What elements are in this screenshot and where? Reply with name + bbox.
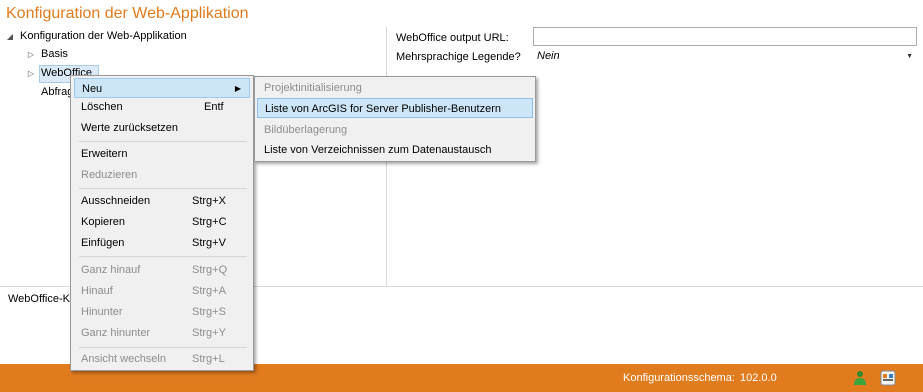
menu-item-ganz-hinunter: Ganz hinunter Strg+Y	[74, 323, 250, 343]
tree-root[interactable]: ◢ Konfiguration der Web-Applikation	[4, 27, 187, 45]
menu-item-shortcut: Strg+C	[192, 216, 227, 228]
output-url-input[interactable]	[533, 27, 917, 46]
tree-root-label: Konfiguration der Web-Applikation	[20, 30, 187, 42]
menu-item-label: Hinauf	[81, 285, 113, 297]
menu-item-loeschen[interactable]: Löschen Entf	[74, 97, 250, 117]
menu-item-shortcut: Entf	[204, 101, 224, 113]
user-icon[interactable]	[853, 370, 867, 386]
menu-item-shortcut: Strg+V	[192, 237, 226, 249]
menu-item-kopieren[interactable]: Kopieren Strg+C	[74, 212, 250, 232]
menu-item-label: Hinunter	[81, 306, 123, 318]
submenu-item-label: Projektinitialisierung	[264, 82, 362, 94]
menu-item-label: Reduzieren	[81, 169, 138, 181]
submenu-item-verzeichnisse[interactable]: Liste von Verzeichnissen zum Datenaustau…	[257, 140, 533, 160]
menu-item-reduzieren: Reduzieren	[74, 165, 250, 185]
legend-label: Mehrsprachige Legende?	[396, 51, 521, 63]
legend-select[interactable]: Nein ▼	[533, 47, 917, 66]
tree-item-label: Basis	[41, 48, 68, 60]
submenu-arrow-icon: ▶	[234, 84, 241, 93]
menu-item-shortcut: Strg+Y	[192, 327, 226, 339]
submenu-item-publisher-benutzer[interactable]: Liste von ArcGIS for Server Publisher-Be…	[257, 98, 533, 118]
menu-separator	[79, 188, 247, 189]
menu-item-erweitern[interactable]: Erweitern	[74, 144, 250, 164]
menu-separator	[79, 347, 247, 348]
submenu-item-label: Bildüberlagerung	[264, 124, 348, 136]
menu-item-label: Löschen	[81, 101, 123, 113]
menu-item-ansicht-wechseln: Ansicht wechseln Strg+L	[74, 349, 250, 369]
menu-item-label: Erweitern	[81, 148, 128, 160]
schema-version: 102.0.0	[740, 372, 777, 384]
tree-item-basis[interactable]: ▷ Basis	[25, 45, 68, 63]
window-title: Konfiguration der Web-Applikation	[6, 5, 249, 22]
expanded-triangle-icon[interactable]: ◢	[4, 28, 16, 46]
submenu-item-bildueberlagerung: Bildüberlagerung	[257, 120, 533, 140]
submenu-neu: Projektinitialisierung Liste von ArcGIS …	[254, 76, 536, 162]
menu-item-shortcut: Strg+A	[192, 285, 226, 297]
menu-item-einfuegen[interactable]: Einfügen Strg+V	[74, 233, 250, 253]
tree-item-label: Abfrag	[41, 86, 74, 98]
menu-item-label: Einfügen	[81, 237, 125, 249]
menu-item-hinauf: Hinauf Strg+A	[74, 281, 250, 301]
legend-select-value: Nein	[537, 50, 560, 62]
menu-item-label: Ausschneiden	[81, 195, 151, 207]
menu-item-ganz-hinauf: Ganz hinauf Strg+Q	[74, 260, 250, 280]
context-menu: Neu ▶ Löschen Entf Werte zurücksetzen Er…	[70, 75, 254, 371]
menu-item-label: Ganz hinunter	[81, 327, 151, 339]
menu-item-label: Ganz hinauf	[81, 264, 141, 276]
submenu-item-label: Liste von ArcGIS for Server Publisher-Be…	[265, 103, 501, 115]
collapsed-triangle-icon[interactable]: ▷	[25, 46, 37, 64]
schema-label: Konfigurationsschema:	[623, 372, 735, 384]
menu-item-label: Werte zurücksetzen	[81, 122, 179, 134]
submenu-item-label: Liste von Verzeichnissen zum Datenaustau…	[264, 144, 492, 156]
menu-item-shortcut: Strg+S	[192, 306, 226, 318]
description-text: WebOffice-Ko	[8, 293, 77, 305]
output-url-label: WebOffice output URL:	[396, 32, 509, 44]
menu-item-shortcut: Strg+X	[192, 195, 226, 207]
tree-item-abfrage[interactable]: Abfrag	[41, 83, 73, 101]
menu-item-zuruecksetzen[interactable]: Werte zurücksetzen	[74, 118, 250, 138]
menu-separator	[79, 141, 247, 142]
menu-item-label: Neu	[82, 83, 103, 95]
menu-item-shortcut: Strg+L	[192, 353, 225, 365]
dropdown-arrow-icon[interactable]: ▼	[906, 47, 913, 66]
menu-item-hinunter: Hinunter Strg+S	[74, 302, 250, 322]
menu-separator	[79, 256, 247, 257]
menu-item-label: Ansicht wechseln	[81, 353, 166, 365]
app-icon[interactable]	[880, 370, 896, 386]
menu-item-ausschneiden[interactable]: Ausschneiden Strg+X	[74, 191, 250, 211]
menu-item-shortcut: Strg+Q	[192, 264, 228, 276]
collapsed-triangle-icon[interactable]: ▷	[25, 65, 37, 83]
menu-item-label: Kopieren	[81, 216, 126, 228]
submenu-item-projektinitialisierung: Projektinitialisierung	[257, 78, 533, 98]
menu-item-neu[interactable]: Neu ▶	[74, 78, 250, 98]
